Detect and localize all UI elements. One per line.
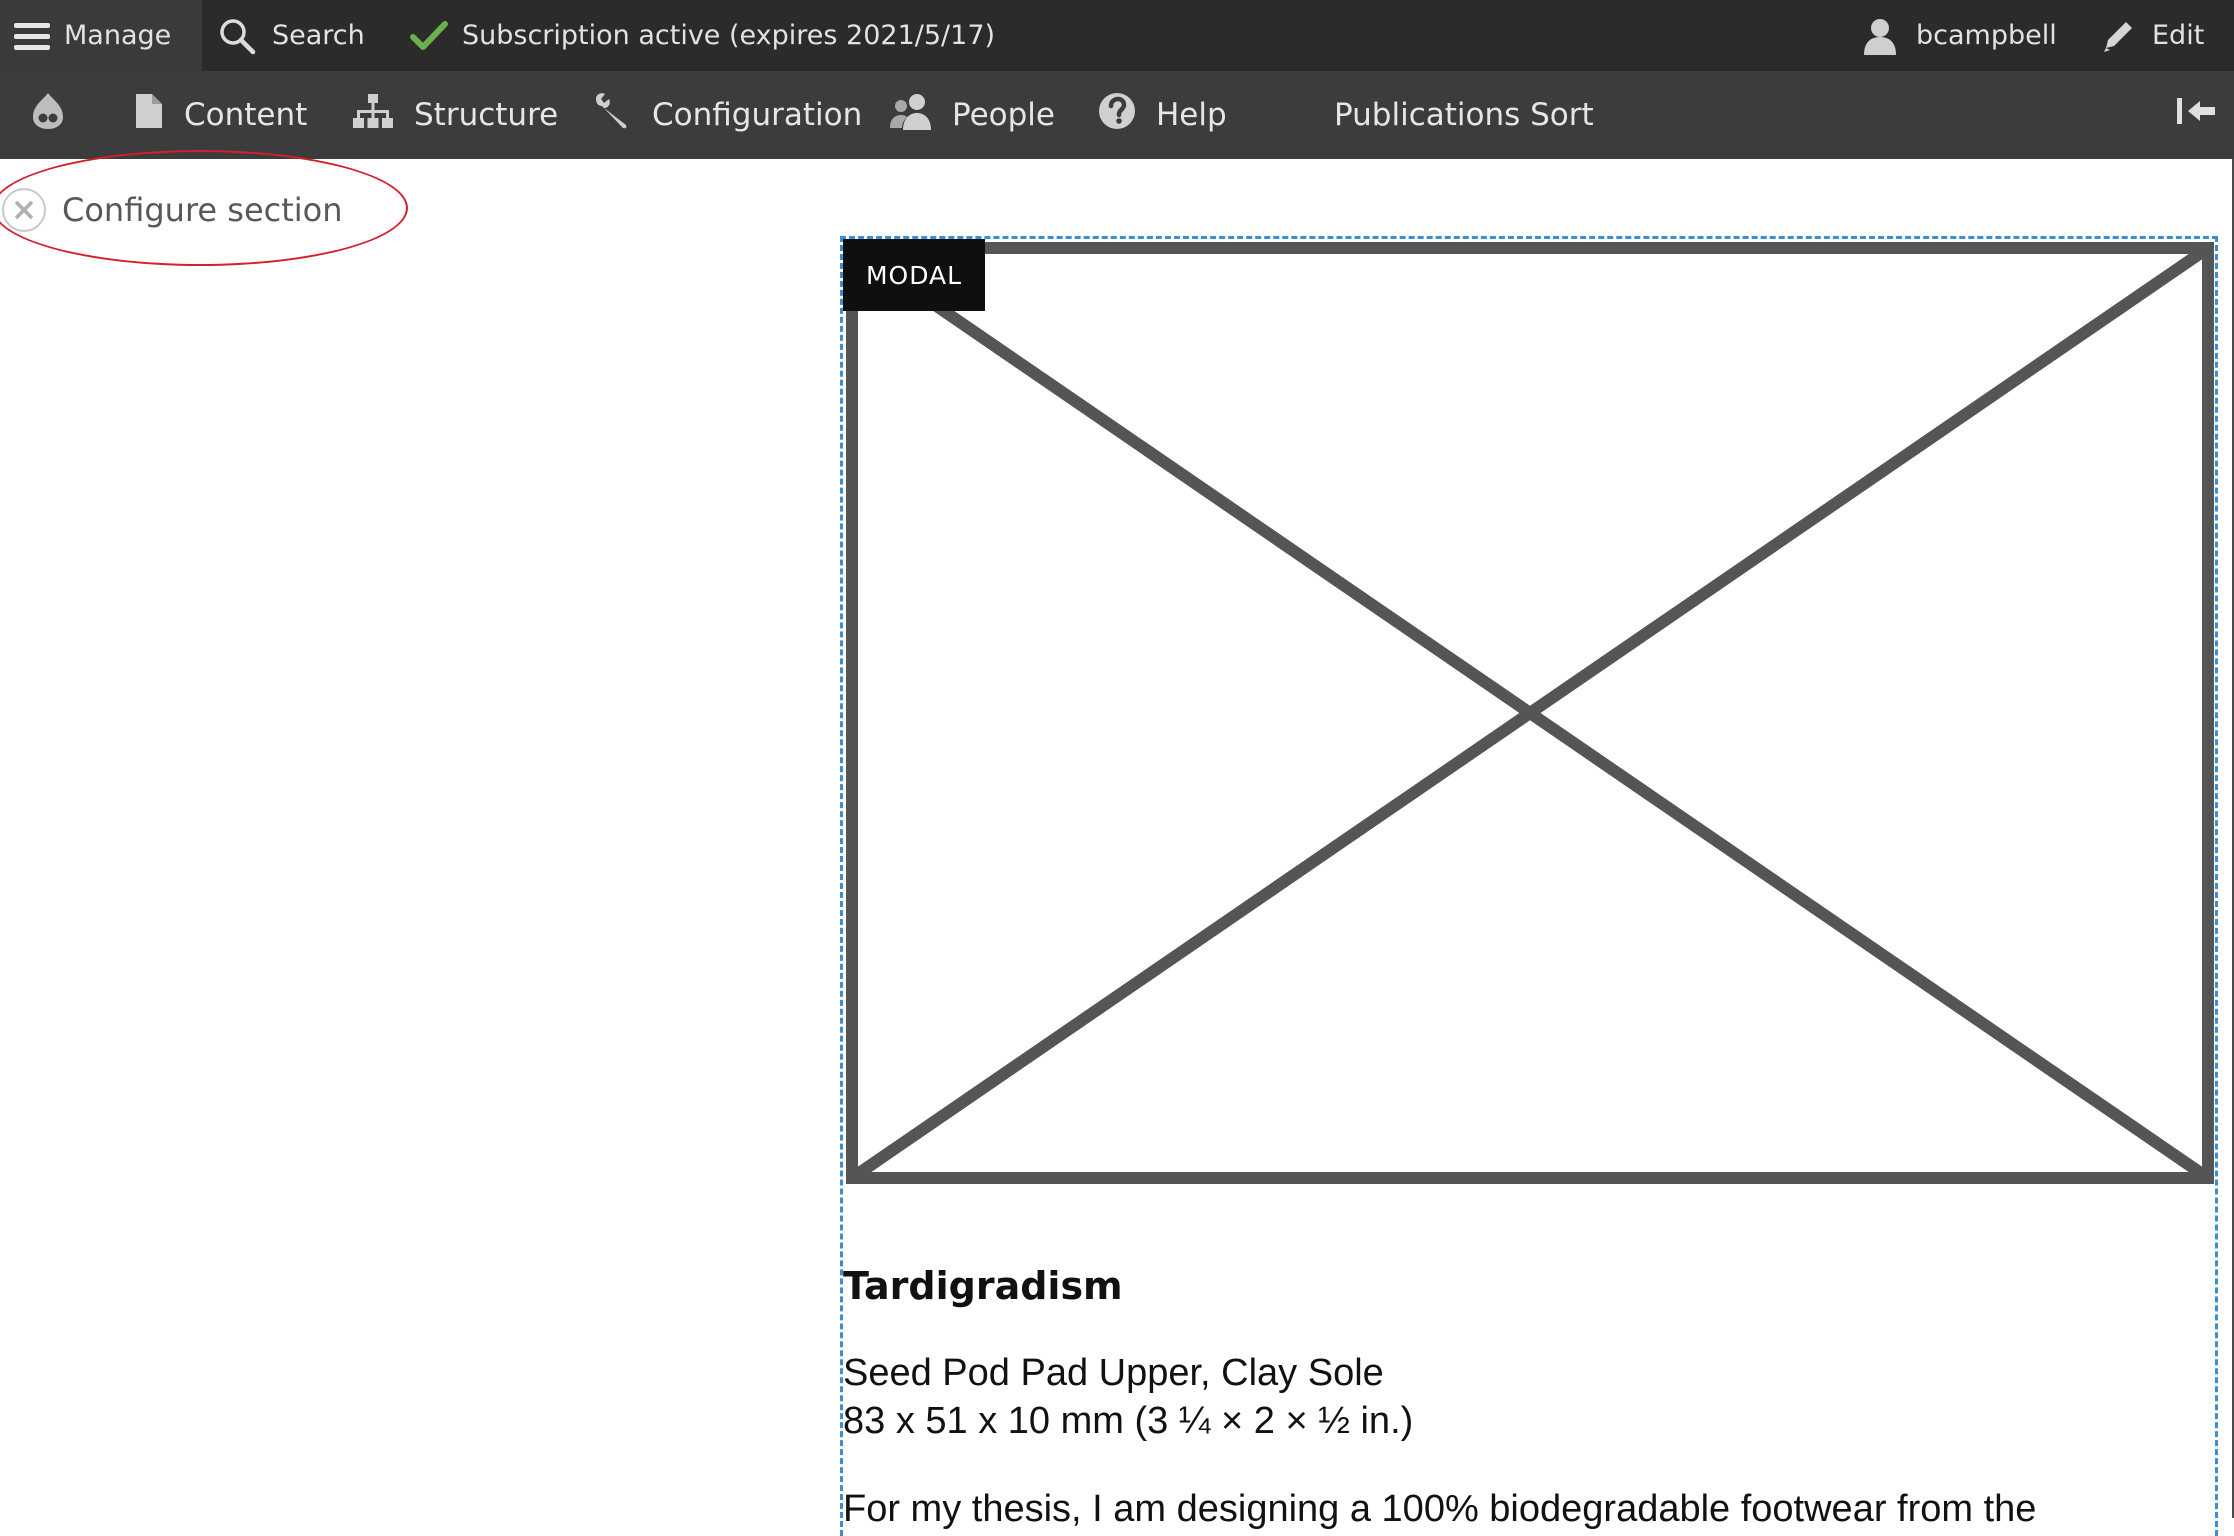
menu-label-content: Content bbox=[184, 97, 308, 133]
menu-label-publications-sort: Publications Sort bbox=[1334, 97, 1594, 133]
manage-button[interactable]: Manage bbox=[0, 0, 202, 71]
subscription-status[interactable]: Subscription active (expires 2021/5/17) bbox=[410, 0, 995, 71]
configure-section-label: Configure section bbox=[62, 191, 343, 229]
drupal-icon bbox=[30, 91, 66, 139]
block-body: For my thesis, I am designing a 100% bio… bbox=[843, 1488, 2037, 1530]
hamburger-icon bbox=[14, 21, 50, 51]
menu-item-content[interactable]: Content bbox=[134, 71, 307, 159]
edit-button[interactable]: Edit bbox=[2100, 0, 2204, 71]
help-icon bbox=[1098, 92, 1136, 138]
menu-label-help: Help bbox=[1156, 97, 1227, 133]
menu-item-help[interactable]: Help bbox=[1098, 71, 1227, 159]
collapse-toolbar-button[interactable] bbox=[2176, 71, 2216, 159]
user-label: bcampbell bbox=[1916, 20, 2057, 51]
block-material: Seed Pod Pad Upper, Clay Sole bbox=[843, 1352, 1384, 1394]
pencil-icon bbox=[2100, 18, 2136, 54]
subscription-label: Subscription active (expires 2021/5/17) bbox=[462, 20, 996, 51]
block-title: Tardigradism bbox=[843, 1264, 1123, 1308]
people-icon bbox=[890, 92, 932, 138]
user-menu-button[interactable]: bcampbell bbox=[1862, 0, 2057, 71]
search-button[interactable]: Search bbox=[218, 0, 365, 71]
user-icon bbox=[1862, 17, 1898, 55]
search-label: Search bbox=[272, 20, 365, 51]
admin-menu: Content Structure Configuration People H… bbox=[0, 71, 2234, 159]
edit-label: Edit bbox=[2152, 20, 2205, 51]
menu-item-configuration[interactable]: Configuration bbox=[592, 71, 862, 159]
sitemap-icon bbox=[352, 92, 394, 138]
search-icon bbox=[218, 17, 256, 55]
menu-label-configuration: Configuration bbox=[652, 97, 863, 133]
menu-item-structure[interactable]: Structure bbox=[352, 71, 558, 159]
admin-toolbar: Manage Search Subscription active (expir… bbox=[0, 0, 2234, 71]
drupal-home-link[interactable] bbox=[30, 71, 66, 159]
block-dimensions: 83 x 51 x 10 mm (3 ¼ × 2 × ½ in.) bbox=[843, 1400, 1414, 1442]
collapse-left-icon bbox=[2176, 96, 2216, 134]
checkmark-icon bbox=[410, 20, 448, 52]
menu-item-publications-sort[interactable]: Publications Sort bbox=[1334, 71, 1594, 159]
modal-badge[interactable]: MODAL bbox=[843, 239, 985, 311]
image-placeholder bbox=[846, 242, 2214, 1184]
menu-label-structure: Structure bbox=[414, 97, 559, 133]
file-icon bbox=[134, 92, 164, 138]
configure-section-link[interactable]: Configure section bbox=[2, 188, 343, 232]
close-icon[interactable] bbox=[2, 188, 46, 232]
menu-item-people[interactable]: People bbox=[890, 71, 1055, 159]
menu-label-people: People bbox=[952, 97, 1055, 133]
wrench-icon bbox=[592, 91, 632, 139]
manage-label: Manage bbox=[64, 20, 172, 51]
